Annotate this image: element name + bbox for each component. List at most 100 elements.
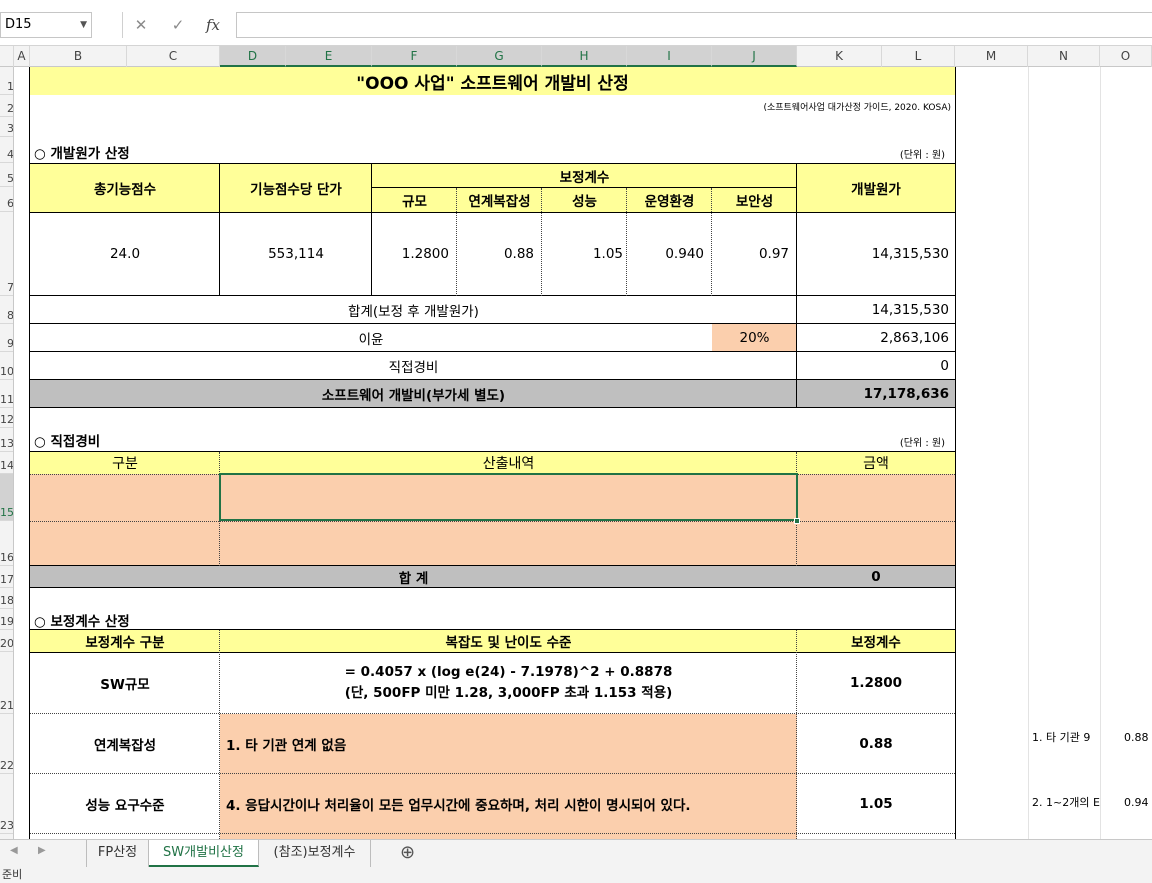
row-header[interactable]: 9	[0, 324, 13, 352]
select-all-corner[interactable]	[0, 46, 14, 67]
unit-note[interactable]: (단위 : 원)	[797, 143, 955, 163]
sheet-title[interactable]: "OOO 사업" 소프트웨어 개발비 산정	[30, 67, 955, 95]
row-header[interactable]: 10	[0, 352, 13, 380]
row-header[interactable]: 4	[0, 137, 13, 163]
side-reference-value[interactable]: 0.94	[1100, 792, 1152, 812]
row-header[interactable]: 20	[0, 630, 13, 652]
expense-category-cell[interactable]	[30, 521, 220, 566]
col-header-k[interactable]: K	[797, 46, 882, 67]
col-header-o[interactable]: O	[1100, 46, 1152, 67]
row-header[interactable]: 21	[0, 652, 13, 714]
row-header[interactable]: 6	[0, 187, 13, 212]
sw-dev-cost-label[interactable]: 소프트웨어 개발비(부가세 별도)	[30, 380, 797, 408]
header-unit-price[interactable]: 기능점수당 단가	[220, 164, 372, 212]
header-adjust-coef[interactable]: 보정계수	[372, 164, 797, 188]
coef-row-label-complexity[interactable]: 연계복잡성	[30, 714, 220, 774]
row-header[interactable]: 5	[0, 163, 13, 187]
source-note[interactable]: (소프트웨어사업 대가산정 가이드, 2020. KOSA)	[30, 95, 955, 117]
security-value[interactable]: 0.97	[712, 212, 797, 296]
header-complexity[interactable]: 연계복잡성	[457, 188, 542, 212]
col-header-n[interactable]: N	[1028, 46, 1100, 67]
fill-handle[interactable]	[794, 518, 800, 524]
sw-dev-cost-value[interactable]: 17,178,636	[797, 380, 955, 408]
row-header[interactable]: 23	[0, 774, 13, 834]
performance-level-text[interactable]: 4. 응답시간이나 처리율이 모든 업무시간에 중요하며, 처리 시한이 명시되…	[220, 774, 797, 834]
cancel-icon[interactable]: ✕	[126, 12, 156, 38]
header-scale[interactable]: 규모	[372, 188, 457, 212]
col-header-f[interactable]: F	[372, 46, 457, 67]
col-header-d[interactable]: D	[220, 46, 286, 67]
unit-price-value[interactable]: 553,114	[220, 212, 372, 296]
col-header-g[interactable]: G	[457, 46, 542, 67]
header-coef[interactable]: 보정계수	[797, 630, 955, 652]
environment-value[interactable]: 0.940	[627, 212, 712, 296]
header-coef-category[interactable]: 보정계수 구분	[30, 630, 220, 652]
row-header[interactable]: 14	[0, 452, 13, 474]
header-security[interactable]: 보안성	[712, 188, 797, 212]
row-header[interactable]: 3	[0, 117, 13, 137]
col-header-e[interactable]: E	[286, 46, 372, 67]
col-header-c[interactable]: C	[127, 46, 220, 67]
row-header[interactable]: 19	[0, 609, 13, 630]
row-header[interactable]: 7	[0, 212, 13, 296]
chevron-down-icon[interactable]: ▼	[80, 13, 87, 37]
complexity-level-text[interactable]: 1. 타 기관 연계 없음	[220, 714, 797, 774]
header-level[interactable]: 복잡도 및 난이도 수준	[220, 630, 797, 652]
insert-function-icon[interactable]: fx	[198, 12, 228, 38]
scroll-right-icon[interactable]: ▶	[38, 845, 46, 856]
row-header[interactable]: 11	[0, 380, 13, 408]
col-header-a[interactable]: A	[14, 46, 30, 67]
col-header-m[interactable]: M	[955, 46, 1028, 67]
header-dev-cost[interactable]: 개발원가	[797, 164, 955, 212]
row-header[interactable]: 16	[0, 521, 13, 566]
formula-input[interactable]	[236, 12, 1152, 38]
direct-expense-value[interactable]: 0	[797, 352, 955, 380]
header-performance[interactable]: 성능	[542, 188, 627, 212]
coef-complexity-value[interactable]: 0.88	[797, 714, 955, 774]
coef-sw-scale-value[interactable]: 1.2800	[797, 652, 955, 714]
header-detail[interactable]: 산출내역	[220, 452, 797, 474]
side-reference-value[interactable]: 0.88	[1100, 727, 1152, 747]
profit-label[interactable]: 이윤	[30, 324, 712, 352]
side-reference-text[interactable]: 1. 타 기관 9	[1028, 727, 1100, 747]
expense-amount-cell[interactable]	[797, 521, 955, 566]
row-header[interactable]: 12	[0, 408, 13, 428]
row-header[interactable]: 13	[0, 428, 13, 452]
expense-detail-cell[interactable]	[220, 521, 797, 566]
profit-value[interactable]: 2,863,106	[797, 324, 955, 352]
expense-amount-cell[interactable]	[797, 474, 955, 521]
row-header[interactable]: 17	[0, 566, 13, 588]
section-title-dev-cost[interactable]: ○ 개발원가 산정	[30, 141, 430, 163]
selected-cell-outline[interactable]	[219, 473, 798, 521]
row-header[interactable]: 8	[0, 296, 13, 324]
row-header-selected[interactable]: 15	[0, 474, 13, 521]
section-title-adjust-coef[interactable]: ○ 보정계수 산정	[30, 609, 430, 631]
performance-value[interactable]: 1.05	[542, 212, 627, 296]
col-header-h[interactable]: H	[542, 46, 627, 67]
enter-icon[interactable]: ✓	[163, 12, 193, 38]
direct-expense-label[interactable]: 직접경비	[30, 352, 797, 380]
side-reference-text[interactable]: 2. 1~2개의 E	[1028, 792, 1100, 812]
coef-performance-value[interactable]: 1.05	[797, 774, 955, 834]
adjusted-sum-value[interactable]: 14,315,530	[797, 296, 955, 324]
coef-row-label-sw-scale[interactable]: SW규모	[30, 652, 220, 714]
expense-category-cell[interactable]	[30, 474, 220, 521]
col-header-l[interactable]: L	[882, 46, 955, 67]
tab-ref-adjust-coef[interactable]: (참조)보정계수	[259, 840, 371, 867]
expense-sum-value[interactable]: 0	[797, 566, 955, 588]
total-fp-value[interactable]: 24.0	[30, 212, 220, 296]
name-box[interactable]: D15 ▼	[0, 12, 92, 38]
row-header[interactable]: 18	[0, 588, 13, 609]
sw-scale-formula[interactable]: = 0.4057 x (log e(24) - 7.1978)^2 + 0.88…	[220, 652, 797, 714]
header-environment[interactable]: 운영환경	[627, 188, 712, 212]
complexity-value[interactable]: 0.88	[457, 212, 542, 296]
expense-sum-label[interactable]: 합 계	[30, 566, 797, 588]
dev-cost-value[interactable]: 14,315,530	[797, 212, 955, 296]
tab-sw-dev-cost[interactable]: SW개발비산정	[149, 840, 259, 867]
col-header-b[interactable]: B	[30, 46, 127, 67]
coef-row-label-performance[interactable]: 성능 요구수준	[30, 774, 220, 834]
scroll-left-icon[interactable]: ◀	[10, 845, 18, 856]
row-header[interactable]: 1	[0, 67, 13, 95]
header-category[interactable]: 구분	[30, 452, 220, 474]
header-total-fp[interactable]: 총기능점수	[30, 164, 220, 212]
